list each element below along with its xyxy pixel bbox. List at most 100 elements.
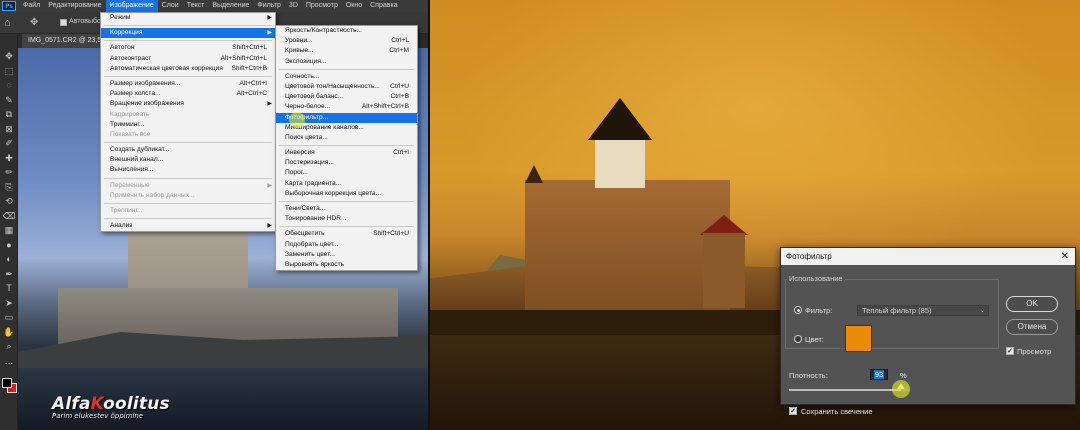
menu-item: Переменные ▶ bbox=[101, 181, 275, 191]
menu-4[interactable]: Текст bbox=[183, 0, 209, 12]
menu-item[interactable]: Размер изображения... Alt+Ctrl+I bbox=[101, 79, 275, 89]
frame-icon[interactable]: ⊠ bbox=[2, 123, 16, 135]
menu-item[interactable]: Коррекция ▶ bbox=[101, 28, 275, 39]
menu-item[interactable]: Черно-белое... Alt+Shift+Ctrl+B bbox=[276, 102, 417, 112]
menu-10[interactable]: Справка bbox=[366, 0, 401, 12]
menu-item[interactable]: Экспозиция... bbox=[276, 57, 417, 67]
menu-item[interactable]: Размер холста... Alt+Ctrl+C bbox=[101, 89, 275, 99]
menu-item[interactable]: Цветовой баланс... Ctrl+B bbox=[276, 92, 417, 102]
menu-6[interactable]: Фильтр bbox=[253, 0, 285, 12]
eyedropper-icon[interactable]: ✐ bbox=[2, 137, 16, 149]
hand-icon[interactable]: ✋ bbox=[2, 326, 16, 338]
menu-8[interactable]: Просмотр bbox=[302, 0, 342, 12]
menu-item-label: Автотон bbox=[110, 44, 135, 52]
menu-item-label: Тени/Света... bbox=[285, 205, 326, 212]
menu-item[interactable]: Яркость/Контрастность... bbox=[276, 26, 417, 36]
menu-7[interactable]: 3D bbox=[285, 0, 302, 12]
type-icon[interactable]: T bbox=[2, 282, 16, 294]
close-icon[interactable]: ✕ bbox=[1061, 248, 1069, 265]
pen-icon[interactable]: ✒ bbox=[2, 268, 16, 280]
menu-item[interactable]: Заменить цвет... bbox=[276, 250, 417, 260]
menu-item-label: Создать дубликат... bbox=[110, 146, 170, 154]
menu-item[interactable]: Режим ▶ bbox=[101, 13, 275, 23]
color-swatch[interactable] bbox=[845, 325, 872, 352]
cancel-button[interactable]: Отмена bbox=[1006, 319, 1058, 335]
menu-2[interactable]: Изображение bbox=[105, 0, 158, 12]
menu-item[interactable]: Тонирование HDR... bbox=[276, 214, 417, 224]
menu-item[interactable]: Вращение изображения ▶ bbox=[101, 99, 275, 109]
preserve-luminosity-checkbox[interactable]: ✓ bbox=[789, 407, 797, 415]
ok-button[interactable]: OK bbox=[1006, 296, 1058, 312]
lasso-icon[interactable]: ◌ bbox=[2, 79, 16, 91]
menu-1[interactable]: Редактирование bbox=[44, 0, 105, 12]
color-radio[interactable] bbox=[794, 335, 802, 343]
menu-separator bbox=[104, 40, 272, 42]
menu-item-label: Яркость/Контрастность... bbox=[285, 27, 363, 34]
menu-5[interactable]: Выделение bbox=[208, 0, 253, 12]
menu-item[interactable]: Тени/Света... bbox=[276, 204, 417, 214]
filter-select[interactable]: Теплый фильтр (85) ⌄ bbox=[857, 305, 989, 316]
home-icon[interactable]: ⌂ bbox=[4, 16, 18, 30]
menu-item[interactable]: Тримминг... bbox=[101, 120, 275, 130]
eraser-icon[interactable]: ⌫ bbox=[2, 210, 16, 222]
menu-item-label: Тримминг... bbox=[110, 120, 145, 128]
menu-item[interactable]: Автотон Shift+Ctrl+L bbox=[101, 43, 275, 53]
menu-item-shortcut: Ctrl+L bbox=[391, 37, 409, 45]
gradient-icon[interactable]: ▦ bbox=[2, 224, 16, 236]
cursor-highlight bbox=[891, 380, 910, 398]
menu-separator bbox=[279, 68, 414, 70]
history-brush-icon[interactable]: ⟲ bbox=[2, 195, 16, 207]
menu-item[interactable]: Инверсия Ctrl+I bbox=[276, 148, 417, 158]
density-slider[interactable] bbox=[789, 389, 909, 391]
healing-icon[interactable]: ✚ bbox=[2, 152, 16, 164]
menu-item[interactable]: Выборочная коррекция цвета... bbox=[276, 189, 417, 199]
chevron-down-icon: ⌄ bbox=[979, 308, 985, 314]
quick-select-icon[interactable]: ✎ bbox=[2, 94, 16, 106]
menu-item[interactable]: Внешний канал... bbox=[101, 155, 275, 165]
shape-icon[interactable]: ▭ bbox=[2, 311, 16, 323]
menu-3[interactable]: Слои bbox=[158, 0, 183, 12]
dodge-icon[interactable]: ◐ bbox=[2, 253, 16, 265]
menu-9[interactable]: Окно bbox=[342, 0, 366, 12]
zoom-icon[interactable]: ⌕ bbox=[2, 340, 16, 352]
menu-item[interactable]: Автоконтраст Alt+Shift+Ctrl+L bbox=[101, 54, 275, 64]
more-icon[interactable]: … bbox=[2, 355, 16, 367]
menu-item[interactable]: Анализ ▶ bbox=[101, 221, 275, 231]
usage-group-label: Использование bbox=[787, 274, 845, 283]
auto-select-checkbox[interactable] bbox=[60, 19, 67, 26]
menu-item[interactable]: Сочность... bbox=[276, 72, 417, 82]
menu-item[interactable]: Создать дубликат... bbox=[101, 145, 275, 155]
photoshop-window: Ps Файл Редактирование Изображение Слои Текс… bbox=[0, 0, 428, 430]
menu-item[interactable]: Поиск цвета... bbox=[276, 133, 417, 143]
dialog-title-bar[interactable]: Фотофильтр ✕ bbox=[781, 248, 1075, 265]
clone-stamp-icon[interactable]: ⎘ bbox=[2, 181, 16, 193]
menu-separator bbox=[104, 203, 272, 204]
dialog-title: Фотофильтр bbox=[786, 252, 832, 261]
menu-item[interactable]: Цветовой тон/Насыщенность... Ctrl+U bbox=[276, 82, 417, 92]
move-icon[interactable]: ✥ bbox=[2, 50, 16, 62]
brush-icon[interactable]: ✏ bbox=[2, 166, 16, 178]
marquee-icon[interactable]: ⬚ bbox=[2, 65, 16, 77]
blur-icon[interactable]: ● bbox=[2, 239, 16, 251]
menu-item[interactable]: Вычисления... bbox=[101, 165, 275, 175]
menu-item: Треппинг... bbox=[101, 206, 275, 216]
menu-item[interactable]: Обесцветить Shift+Ctrl+U bbox=[276, 229, 417, 239]
menu-item[interactable]: Выровнять яркость bbox=[276, 260, 417, 270]
menu-item-label: Инверсия bbox=[285, 149, 315, 157]
menu-item[interactable]: Кривые... Ctrl+M bbox=[276, 46, 417, 56]
filter-radio[interactable] bbox=[794, 306, 802, 314]
menu-item[interactable]: Уровни... Ctrl+L bbox=[276, 36, 417, 46]
path-select-icon[interactable]: ➤ bbox=[2, 297, 16, 309]
menu-item[interactable]: Карта градиента... bbox=[276, 179, 417, 189]
preview-checkbox[interactable]: ✓ bbox=[1006, 347, 1014, 355]
move-tool-icon[interactable]: ✥ bbox=[30, 16, 38, 30]
menu-item[interactable]: Автоматическая цветовая коррекция Shift+C… bbox=[101, 64, 275, 74]
castle-main-block bbox=[525, 180, 730, 310]
menu-item[interactable]: Порог... bbox=[276, 168, 417, 178]
menu-item[interactable]: Постеризация... bbox=[276, 158, 417, 168]
density-input[interactable]: 93 bbox=[870, 369, 888, 380]
crop-icon[interactable]: ⧉ bbox=[2, 108, 16, 120]
foreground-color-swatch[interactable] bbox=[2, 378, 12, 388]
menu-0[interactable]: Файл bbox=[19, 0, 44, 12]
menu-item[interactable]: Подобрать цвет... bbox=[276, 240, 417, 250]
